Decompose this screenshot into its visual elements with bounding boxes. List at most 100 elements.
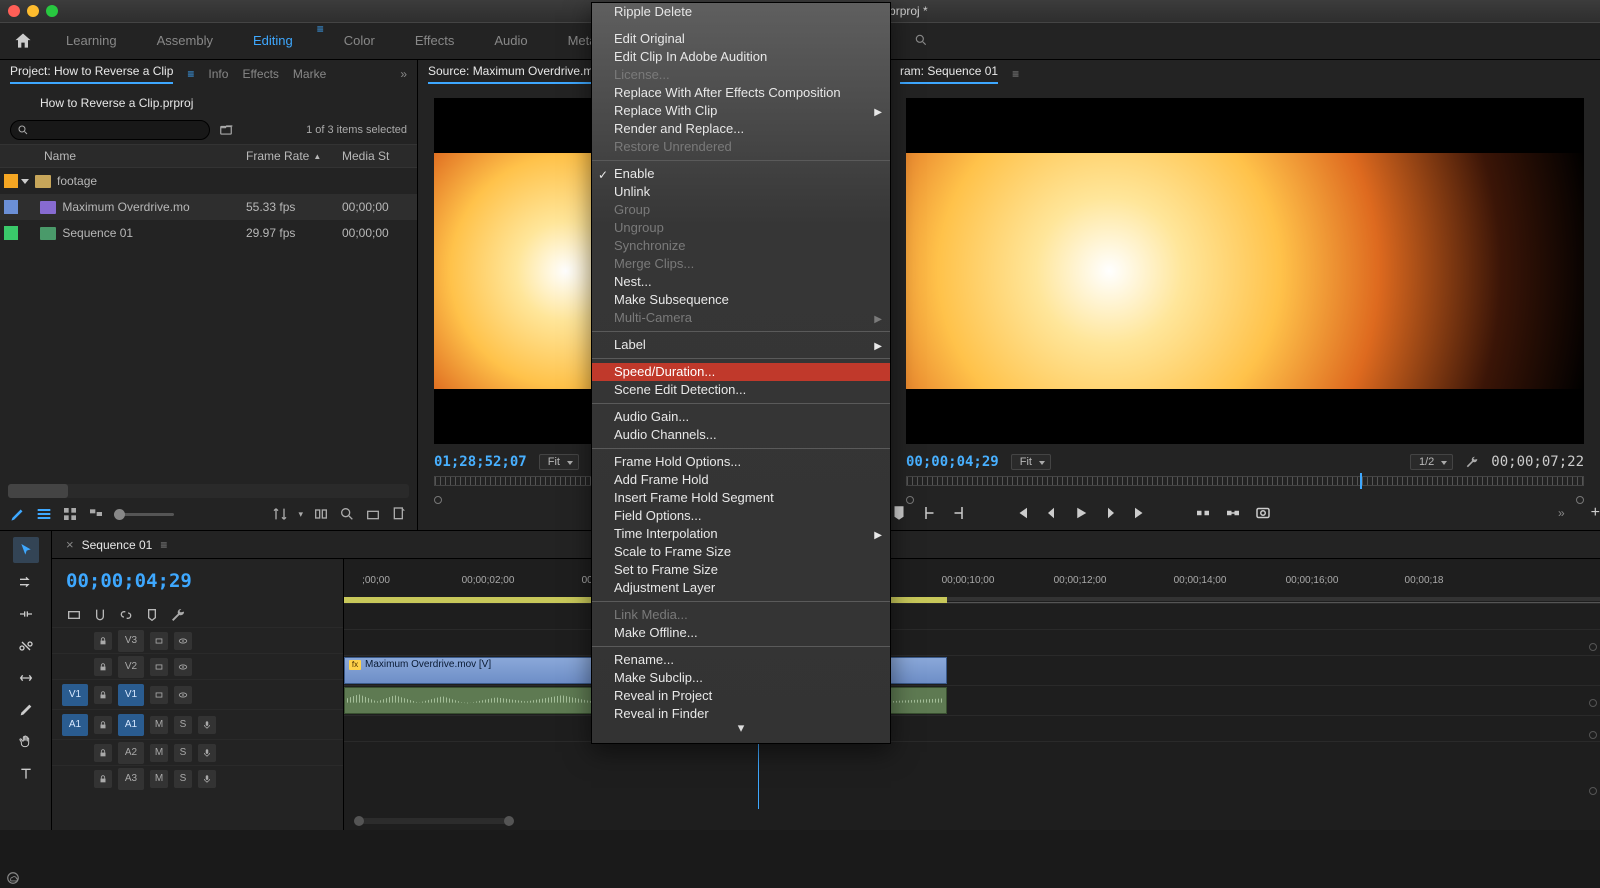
col-framerate[interactable]: Frame Rate▲ (246, 149, 342, 163)
sort-menu-icon[interactable]: ▾ (298, 509, 303, 520)
settings-icon[interactable] (170, 607, 186, 623)
timeline-vscroll[interactable] (1590, 603, 1596, 810)
track-a3[interactable] (344, 741, 1600, 767)
tab-source[interactable]: Source: Maximum Overdrive.mov (428, 64, 606, 84)
menu-item-add-frame-hold[interactable]: Add Frame Hold (592, 471, 890, 489)
maximize-window-button[interactable] (46, 5, 58, 17)
lock-track-icon[interactable] (94, 744, 112, 762)
track-header-v1[interactable]: V1 V1 (52, 679, 343, 709)
cc-cloud-icon[interactable] (6, 871, 20, 885)
menu-item-make-subclip[interactable]: Make Subclip... (592, 669, 890, 687)
menu-item-make-subsequence[interactable]: Make Subsequence (592, 291, 890, 309)
sync-lock-icon[interactable] (150, 658, 168, 676)
project-hscroll[interactable] (8, 484, 409, 498)
track-header-a3[interactable]: A3 MS (52, 765, 343, 791)
panel-menu-icon[interactable]: ≡ (1012, 67, 1019, 81)
timeline-tab[interactable]: Sequence 01 (82, 538, 153, 552)
workspace-assembly[interactable]: Assembly (137, 22, 233, 60)
menu-item-scale-to-frame-size[interactable]: Scale to Frame Size (592, 543, 890, 561)
menu-item-speed-duration[interactable]: Speed/Duration... (592, 363, 890, 381)
program-scrub-bar[interactable] (906, 476, 1584, 496)
track-v3[interactable] (344, 603, 1600, 629)
type-tool[interactable] (13, 761, 39, 787)
mute-button[interactable]: M (150, 770, 168, 788)
marker-add-icon[interactable] (144, 607, 160, 623)
search-nav-button[interactable] (914, 33, 928, 50)
voiceover-icon[interactable] (198, 744, 216, 762)
toggle-output-icon[interactable] (174, 686, 192, 704)
pencil-icon[interactable] (10, 506, 26, 522)
panel-menu-icon[interactable]: ≡ (160, 538, 167, 552)
linked-selection-icon[interactable] (118, 607, 134, 623)
sync-lock-icon[interactable] (150, 686, 168, 704)
wrench-icon[interactable] (1465, 455, 1479, 469)
menu-item-insert-frame-hold-segment[interactable]: Insert Frame Hold Segment (592, 489, 890, 507)
new-item-icon[interactable] (391, 506, 407, 522)
sync-lock-icon[interactable] (150, 632, 168, 650)
program-fit-select[interactable]: Fit (1011, 454, 1051, 470)
snap-toggle-icon[interactable] (92, 607, 108, 623)
new-bin-icon[interactable] (218, 123, 234, 137)
menu-scroll-down-icon[interactable]: ▾ (592, 723, 890, 737)
step-back-icon[interactable] (1042, 504, 1060, 522)
col-name[interactable]: Name (0, 149, 246, 163)
mute-button[interactable]: M (150, 716, 168, 734)
solo-button[interactable]: S (174, 716, 192, 734)
mute-button[interactable]: M (150, 744, 168, 762)
selection-tool[interactable] (13, 537, 39, 563)
timeline-zoom-slider[interactable] (354, 818, 514, 824)
freeform-view-icon[interactable] (88, 506, 104, 522)
track-target[interactable]: V2 (118, 656, 144, 678)
solo-button[interactable]: S (174, 744, 192, 762)
lock-track-icon[interactable] (94, 686, 112, 704)
button-editor-icon[interactable]: + (1591, 504, 1600, 522)
menu-item-audio-gain[interactable]: Audio Gain... (592, 408, 890, 426)
menu-item-reveal-in-finder[interactable]: Reveal in Finder (592, 705, 890, 723)
menu-item-time-interpolation[interactable]: Time Interpolation▶ (592, 525, 890, 543)
menu-item-edit-original[interactable]: Edit Original (592, 30, 890, 48)
out-point-icon[interactable] (950, 504, 968, 522)
toggle-output-icon[interactable] (174, 632, 192, 650)
close-sequence-button[interactable]: × (66, 537, 74, 552)
tab-effects[interactable]: Effects (242, 67, 278, 81)
minimize-window-button[interactable] (27, 5, 39, 17)
home-button[interactable] (0, 22, 46, 60)
menu-item-rename[interactable]: Rename... (592, 651, 890, 669)
workspace-effects[interactable]: Effects (395, 22, 475, 60)
transport-overflow-button[interactable]: » (1558, 506, 1565, 520)
in-point-icon[interactable] (920, 504, 938, 522)
tab-markers[interactable]: Marke (293, 67, 326, 81)
menu-item-ripple-delete[interactable]: Ripple Delete (592, 3, 890, 21)
menu-item-adjustment-layer[interactable]: Adjustment Layer (592, 579, 890, 597)
sort-icon[interactable] (272, 506, 288, 522)
source-timecode[interactable]: 01;28;52;07 (434, 454, 527, 470)
program-res-select[interactable]: 1/2 (1410, 454, 1453, 470)
project-breadcrumb[interactable]: How to Reverse a Clip.prproj (0, 88, 417, 116)
menu-item-unlink[interactable]: Unlink (592, 183, 890, 201)
go-to-out-icon[interactable] (1132, 504, 1150, 522)
workspace-audio[interactable]: Audio (474, 22, 547, 60)
solo-button[interactable]: S (174, 770, 192, 788)
track-a2[interactable] (344, 715, 1600, 741)
project-row[interactable]: Sequence 0129.97 fps00;00;00 (0, 220, 417, 246)
menu-item-reveal-in-project[interactable]: Reveal in Project (592, 687, 890, 705)
track-header-v2[interactable]: V2 (52, 653, 343, 679)
track-select-tool[interactable] (13, 569, 39, 595)
source-patch[interactable]: V1 (62, 684, 88, 706)
lift-icon[interactable] (1194, 504, 1212, 522)
track-header-a2[interactable]: A2MS (52, 739, 343, 765)
hand-tool[interactable] (13, 729, 39, 755)
ripple-edit-tool[interactable] (13, 601, 39, 627)
track-target[interactable]: V1 (118, 684, 144, 706)
workspace-learning[interactable]: Learning (46, 22, 137, 60)
track-target[interactable]: V3 (118, 630, 144, 652)
track-header-a1[interactable]: A1A1MS (52, 709, 343, 739)
track-target[interactable]: A3 (118, 768, 144, 790)
icon-view-icon[interactable] (62, 506, 78, 522)
workspace-menu-icon[interactable]: ≡ (317, 22, 324, 60)
track-v1[interactable]: fxMaximum Overdrive.mov [V] (344, 655, 1600, 685)
program-timecode[interactable]: 00;00;04;29 (906, 454, 999, 470)
menu-item-field-options[interactable]: Field Options... (592, 507, 890, 525)
tab-info[interactable]: Info (208, 67, 228, 81)
menu-item-scene-edit-detection[interactable]: Scene Edit Detection... (592, 381, 890, 399)
